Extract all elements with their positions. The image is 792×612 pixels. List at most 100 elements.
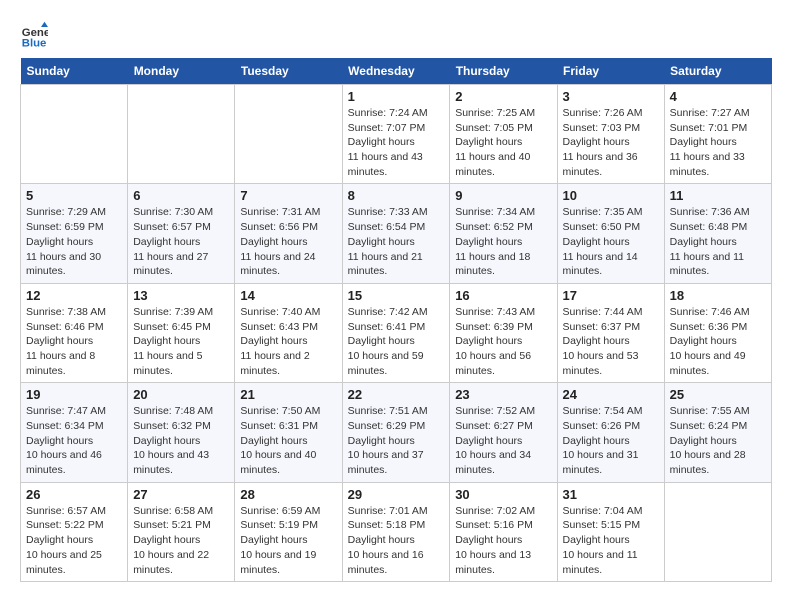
- day-info: Sunrise: 7:33 AMSunset: 6:54 PMDaylight …: [348, 205, 445, 278]
- day-info: Sunrise: 7:42 AMSunset: 6:41 PMDaylight …: [348, 305, 445, 378]
- calendar-cell: 2 Sunrise: 7:25 AMSunset: 7:05 PMDaylight…: [450, 85, 557, 184]
- calendar-cell: 1 Sunrise: 7:24 AMSunset: 7:07 PMDaylight…: [342, 85, 450, 184]
- calendar-cell: 28 Sunrise: 6:59 AMSunset: 5:19 PMDayligh…: [235, 482, 342, 581]
- day-info: Sunrise: 7:01 AMSunset: 5:18 PMDaylight …: [348, 504, 445, 577]
- day-number: 29: [348, 487, 445, 502]
- day-number: 2: [455, 89, 551, 104]
- calendar-cell: 12Sunrise: 7:38 AMSunset: 6:46 PMDayligh…: [21, 283, 128, 382]
- day-number: 24: [563, 387, 659, 402]
- calendar-cell: 14 Sunrise: 7:40 AMSunset: 6:43 PMDayligh…: [235, 283, 342, 382]
- day-info: Sunrise: 7:55 AMSunset: 6:24 PMDaylight …: [670, 404, 766, 477]
- calendar-cell: 17 Sunrise: 7:44 AMSunset: 6:37 PMDayligh…: [557, 283, 664, 382]
- calendar-cell: [235, 85, 342, 184]
- day-info: Sunrise: 7:25 AMSunset: 7:05 PMDaylight …: [455, 106, 551, 179]
- day-info: Sunrise: 6:58 AMSunset: 5:21 PMDaylight …: [133, 504, 229, 577]
- day-info: Sunrise: 7:40 AMSunset: 6:43 PMDaylight …: [240, 305, 336, 378]
- day-number: 20: [133, 387, 229, 402]
- day-number: 3: [563, 89, 659, 104]
- svg-text:Blue: Blue: [22, 37, 47, 48]
- calendar-cell: [664, 482, 771, 581]
- calendar-cell: 23 Sunrise: 7:52 AMSunset: 6:27 PMDayligh…: [450, 383, 557, 482]
- day-info: Sunrise: 7:27 AMSunset: 7:01 PMDaylight …: [670, 106, 766, 179]
- calendar-cell: 6 Sunrise: 7:30 AMSunset: 6:57 PMDaylight…: [128, 184, 235, 283]
- day-number: 22: [348, 387, 445, 402]
- day-number: 18: [670, 288, 766, 303]
- day-info: Sunrise: 7:38 AMSunset: 6:46 PMDaylight …: [26, 305, 122, 378]
- calendar-cell: 5 Sunrise: 7:29 AMSunset: 6:59 PMDaylight…: [21, 184, 128, 283]
- calendar-cell: 13 Sunrise: 7:39 AMSunset: 6:45 PMDayligh…: [128, 283, 235, 382]
- day-number: 23: [455, 387, 551, 402]
- day-info: Sunrise: 7:35 AMSunset: 6:50 PMDaylight …: [563, 205, 659, 278]
- day-info: Sunrise: 7:54 AMSunset: 6:26 PMDaylight …: [563, 404, 659, 477]
- day-info: Sunrise: 6:59 AMSunset: 5:19 PMDaylight …: [240, 504, 336, 577]
- day-info: Sunrise: 7:48 AMSunset: 6:32 PMDaylight …: [133, 404, 229, 477]
- day-number: 15: [348, 288, 445, 303]
- calendar-cell: 31Sunrise: 7:04 AMSunset: 5:15 PMDayligh…: [557, 482, 664, 581]
- weekday-header-saturday: Saturday: [664, 58, 771, 85]
- day-number: 13: [133, 288, 229, 303]
- calendar-cell: [21, 85, 128, 184]
- calendar-cell: 10 Sunrise: 7:35 AMSunset: 6:50 PMDayligh…: [557, 184, 664, 283]
- day-info: Sunrise: 7:39 AMSunset: 6:45 PMDaylight …: [133, 305, 229, 378]
- day-info: Sunrise: 7:30 AMSunset: 6:57 PMDaylight …: [133, 205, 229, 278]
- calendar-cell: 25 Sunrise: 7:55 AMSunset: 6:24 PMDayligh…: [664, 383, 771, 482]
- calendar-cell: 20 Sunrise: 7:48 AMSunset: 6:32 PMDayligh…: [128, 383, 235, 482]
- calendar-cell: 7 Sunrise: 7:31 AMSunset: 6:56 PMDaylight…: [235, 184, 342, 283]
- day-number: 10: [563, 188, 659, 203]
- day-info: Sunrise: 7:50 AMSunset: 6:31 PMDaylight …: [240, 404, 336, 477]
- day-number: 8: [348, 188, 445, 203]
- day-info: Sunrise: 7:44 AMSunset: 6:37 PMDaylight …: [563, 305, 659, 378]
- day-info: Sunrise: 7:46 AMSunset: 6:36 PMDaylight …: [670, 305, 766, 378]
- day-info: Sunrise: 7:31 AMSunset: 6:56 PMDaylight …: [240, 205, 336, 278]
- day-info: Sunrise: 7:36 AMSunset: 6:48 PMDaylight …: [670, 205, 766, 278]
- day-info: Sunrise: 7:29 AMSunset: 6:59 PMDaylight …: [26, 205, 122, 278]
- calendar-cell: 15 Sunrise: 7:42 AMSunset: 6:41 PMDayligh…: [342, 283, 450, 382]
- day-number: 27: [133, 487, 229, 502]
- day-info: Sunrise: 6:57 AMSunset: 5:22 PMDaylight …: [26, 504, 122, 577]
- day-number: 16: [455, 288, 551, 303]
- calendar-cell: 4 Sunrise: 7:27 AMSunset: 7:01 PMDaylight…: [664, 85, 771, 184]
- day-info: Sunrise: 7:04 AMSunset: 5:15 PMDaylight …: [563, 504, 659, 577]
- day-number: 11: [670, 188, 766, 203]
- day-info: Sunrise: 7:26 AMSunset: 7:03 PMDaylight …: [563, 106, 659, 179]
- calendar-cell: 8 Sunrise: 7:33 AMSunset: 6:54 PMDaylight…: [342, 184, 450, 283]
- calendar-cell: 11 Sunrise: 7:36 AMSunset: 6:48 PMDayligh…: [664, 184, 771, 283]
- day-info: Sunrise: 7:47 AMSunset: 6:34 PMDaylight …: [26, 404, 122, 477]
- weekday-header-monday: Monday: [128, 58, 235, 85]
- day-number: 7: [240, 188, 336, 203]
- day-number: 19: [26, 387, 122, 402]
- day-info: Sunrise: 7:52 AMSunset: 6:27 PMDaylight …: [455, 404, 551, 477]
- weekday-header-sunday: Sunday: [21, 58, 128, 85]
- day-number: 28: [240, 487, 336, 502]
- day-info: Sunrise: 7:34 AMSunset: 6:52 PMDaylight …: [455, 205, 551, 278]
- day-number: 5: [26, 188, 122, 203]
- calendar-cell: 29 Sunrise: 7:01 AMSunset: 5:18 PMDayligh…: [342, 482, 450, 581]
- calendar-cell: 21 Sunrise: 7:50 AMSunset: 6:31 PMDayligh…: [235, 383, 342, 482]
- day-number: 1: [348, 89, 445, 104]
- day-number: 30: [455, 487, 551, 502]
- calendar-cell: 22 Sunrise: 7:51 AMSunset: 6:29 PMDayligh…: [342, 383, 450, 482]
- day-number: 25: [670, 387, 766, 402]
- day-number: 17: [563, 288, 659, 303]
- day-number: 14: [240, 288, 336, 303]
- day-number: 6: [133, 188, 229, 203]
- day-number: 9: [455, 188, 551, 203]
- calendar-cell: 16 Sunrise: 7:43 AMSunset: 6:39 PMDayligh…: [450, 283, 557, 382]
- page-header: General Blue: [20, 20, 772, 48]
- calendar-cell: 9 Sunrise: 7:34 AMSunset: 6:52 PMDaylight…: [450, 184, 557, 283]
- calendar-cell: 3 Sunrise: 7:26 AMSunset: 7:03 PMDaylight…: [557, 85, 664, 184]
- weekday-header-thursday: Thursday: [450, 58, 557, 85]
- day-number: 26: [26, 487, 122, 502]
- day-info: Sunrise: 7:24 AMSunset: 7:07 PMDaylight …: [348, 106, 445, 179]
- weekday-header-wednesday: Wednesday: [342, 58, 450, 85]
- calendar-cell: 24 Sunrise: 7:54 AMSunset: 6:26 PMDayligh…: [557, 383, 664, 482]
- weekday-header-tuesday: Tuesday: [235, 58, 342, 85]
- calendar-cell: 30Sunrise: 7:02 AMSunset: 5:16 PMDayligh…: [450, 482, 557, 581]
- calendar-table: SundayMondayTuesdayWednesdayThursdayFrid…: [20, 58, 772, 582]
- day-info: Sunrise: 7:51 AMSunset: 6:29 PMDaylight …: [348, 404, 445, 477]
- day-info: Sunrise: 7:43 AMSunset: 6:39 PMDaylight …: [455, 305, 551, 378]
- calendar-cell: 19 Sunrise: 7:47 AMSunset: 6:34 PMDayligh…: [21, 383, 128, 482]
- logo-icon: General Blue: [20, 20, 48, 48]
- day-number: 4: [670, 89, 766, 104]
- day-number: 21: [240, 387, 336, 402]
